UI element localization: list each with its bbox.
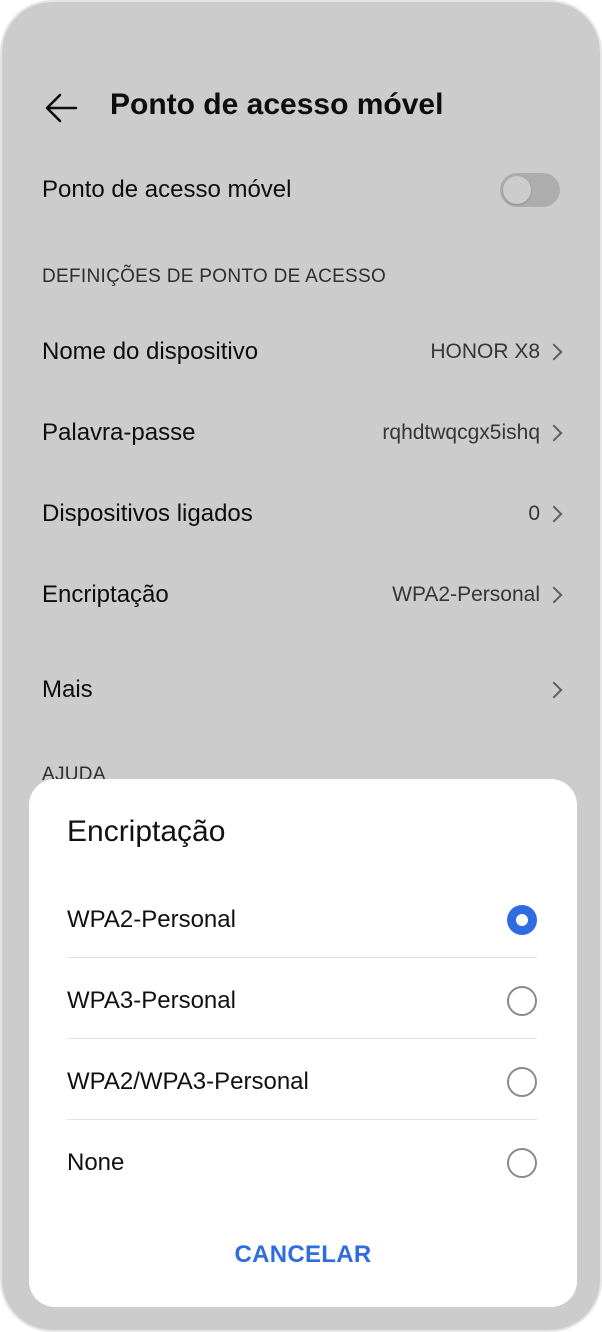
radio-unselected-icon[interactable] bbox=[507, 985, 537, 1016]
option-wpa2-wpa3-personal[interactable]: WPA2/WPA3-Personal bbox=[67, 1041, 537, 1122]
option-wpa2-personal[interactable]: WPA2-Personal bbox=[67, 879, 537, 960]
radio-unselected-icon[interactable] bbox=[507, 1147, 537, 1178]
divider bbox=[67, 957, 537, 958]
divider bbox=[67, 1119, 537, 1120]
divider bbox=[67, 1038, 537, 1039]
dialog-title: Encriptação bbox=[67, 815, 226, 848]
option-label: None bbox=[67, 1148, 125, 1176]
radio-unselected-icon[interactable] bbox=[507, 1066, 537, 1097]
phone-frame: .ıll 100 % 10:00 Ponto de acesso móvel P… bbox=[0, 0, 602, 1332]
encryption-dialog: Encriptação WPA2-Personal WPA3-Personal … bbox=[29, 779, 577, 1307]
option-none[interactable]: None bbox=[67, 1122, 537, 1203]
option-label: WPA2-Personal bbox=[67, 905, 236, 933]
option-wpa3-personal[interactable]: WPA3-Personal bbox=[67, 960, 537, 1041]
option-label: WPA3-Personal bbox=[67, 986, 236, 1014]
settings-screen: .ıll 100 % 10:00 Ponto de acesso móvel P… bbox=[2, 2, 600, 1330]
radio-selected-icon[interactable] bbox=[507, 904, 537, 935]
cancel-button[interactable]: CANCELAR bbox=[29, 1241, 577, 1269]
option-label: WPA2/WPA3-Personal bbox=[67, 1067, 309, 1095]
